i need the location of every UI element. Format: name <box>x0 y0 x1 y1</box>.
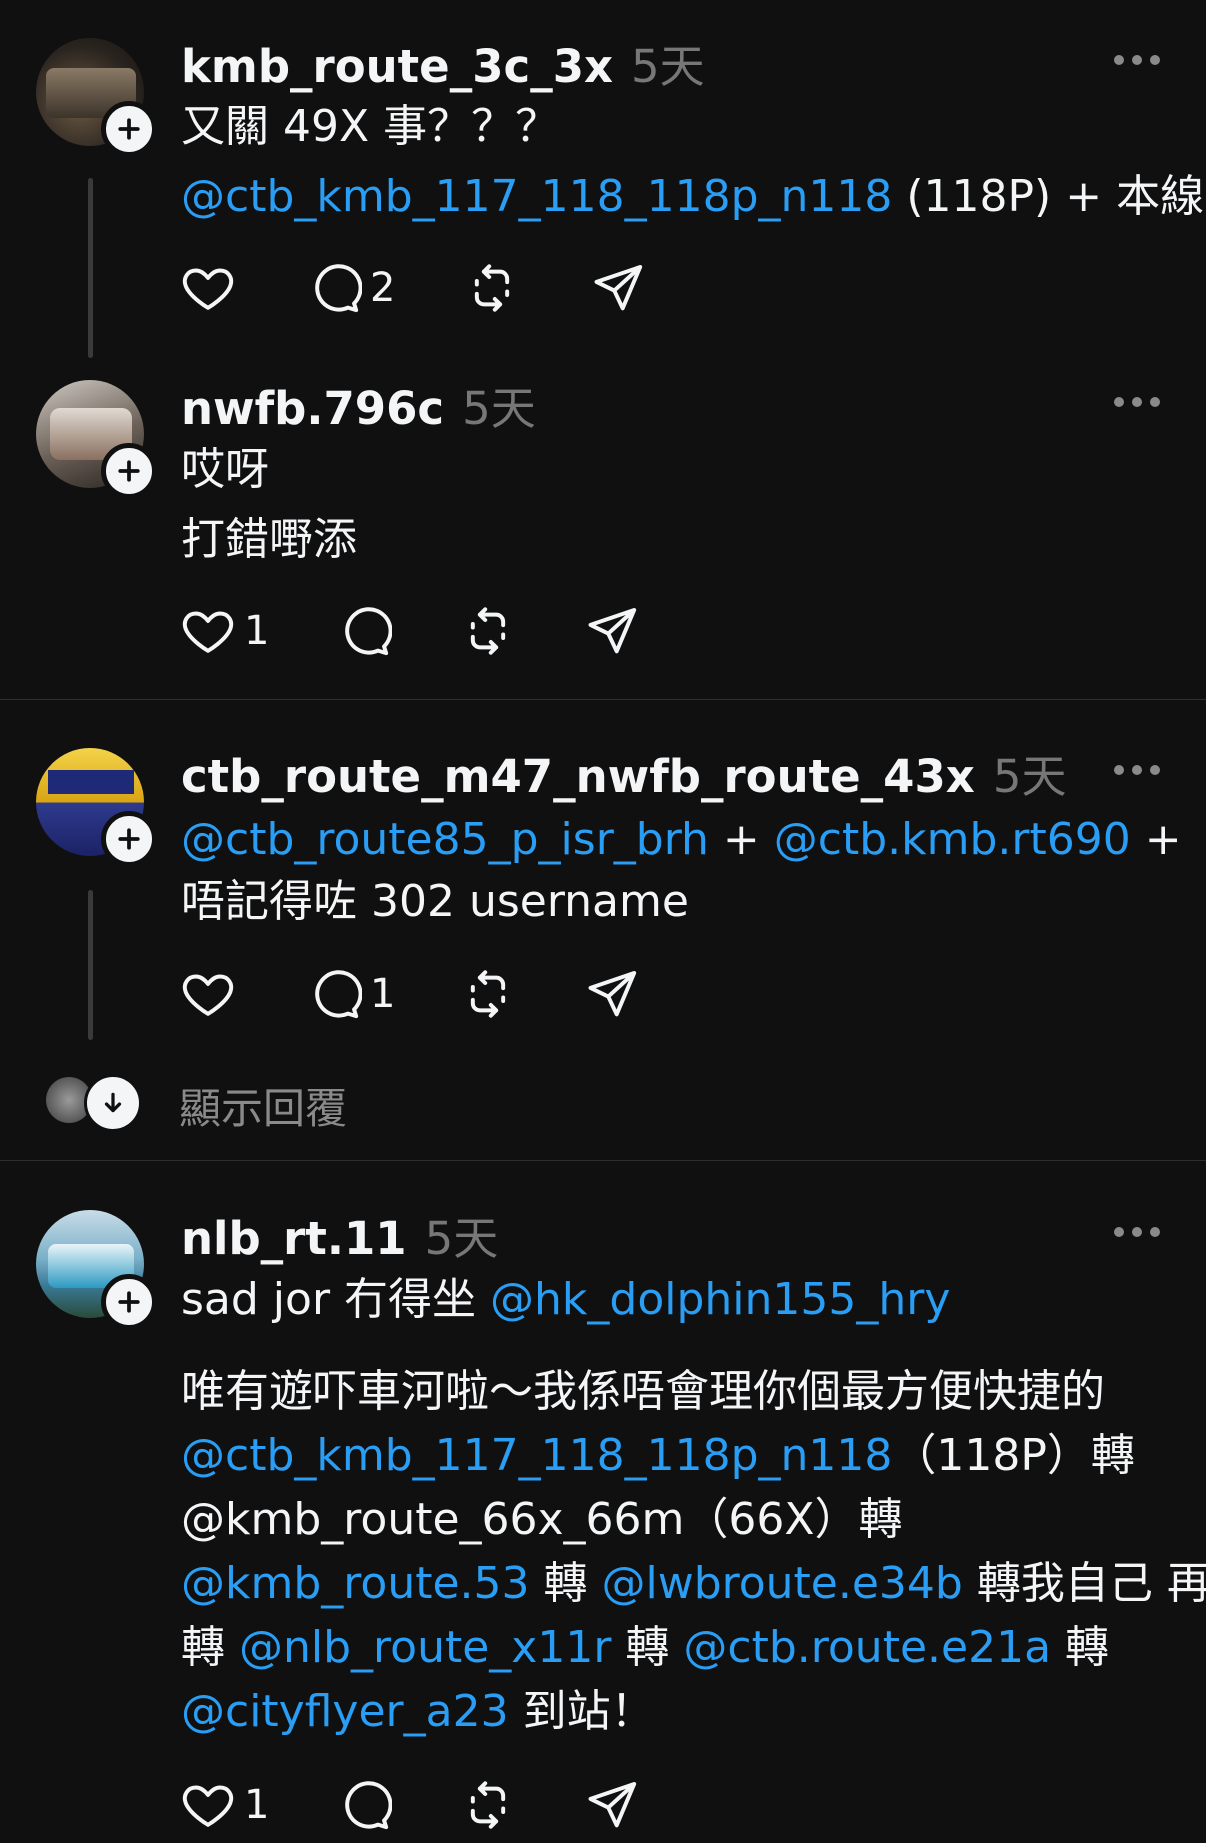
repost-button[interactable] <box>460 601 516 661</box>
follow-plus-icon[interactable] <box>101 811 157 867</box>
mention-link[interactable]: @lwbroute.e34b <box>601 1558 962 1609</box>
comment-icon <box>336 1777 392 1833</box>
mention-link[interactable]: @kmb_route.53 <box>181 1558 530 1609</box>
comment-icon <box>306 260 362 316</box>
mention-link[interactable]: @ctb_route85_p_isr_brh <box>181 814 709 865</box>
post-text-fragment: 轉 <box>1051 1622 1110 1673</box>
like-count: 1 <box>244 1782 270 1828</box>
like-button[interactable]: 1 <box>180 1775 269 1835</box>
post-text: 又關 49X 事？？？ <box>181 101 560 152</box>
mention-link[interactable]: @cityflyer_a23 <box>181 1686 509 1737</box>
heart-icon <box>180 603 236 659</box>
repost-button[interactable] <box>464 258 520 318</box>
username-text[interactable]: ctb_route_m47_nwfb_route_43x <box>181 750 975 803</box>
like-count: 1 <box>244 608 270 654</box>
post-text: 打錯嘢添 <box>181 514 357 565</box>
mention-link[interactable]: @ctb_kmb_117_118_118p_n118 <box>181 171 892 222</box>
follow-plus-icon[interactable] <box>101 1274 157 1330</box>
reply-count: 1 <box>370 971 396 1017</box>
repost-icon <box>460 966 516 1022</box>
follow-plus-icon[interactable] <box>101 101 157 157</box>
like-button[interactable]: 1 <box>180 601 269 661</box>
more-icon[interactable] <box>1114 53 1160 67</box>
post-text: sad jor 冇得坐 @hk_dolphin155_hry <box>181 1268 950 1332</box>
thread-line <box>88 178 93 358</box>
like-button[interactable] <box>180 964 244 1024</box>
post-text-fragment: 到站！ <box>508 1686 655 1737</box>
heart-icon <box>180 966 236 1022</box>
share-button[interactable] <box>584 964 640 1024</box>
comment-icon <box>336 603 392 659</box>
post-text: @cityflyer_a23 到站！ <box>181 1680 655 1744</box>
post-text: @ctb_kmb_117_118_118p_n118 (118P) + 本線 <box>181 165 1204 229</box>
more-icon[interactable] <box>1114 1225 1160 1239</box>
follow-plus-icon[interactable] <box>101 443 157 499</box>
comment-button[interactable]: 2 <box>306 258 395 318</box>
share-icon <box>590 260 646 316</box>
repost-icon <box>464 260 520 316</box>
timestamp: 5天 <box>462 382 536 435</box>
mention-link[interactable]: @ctb.kmb.rt690 <box>774 814 1131 865</box>
mention-link[interactable]: @hk_dolphin155_hry <box>490 1274 950 1325</box>
mention-link[interactable]: @nlb_route_x11r <box>239 1622 611 1673</box>
post-text-fragment: + <box>708 814 774 865</box>
post-text: @kmb_route_66x_66m（66X）轉 <box>181 1494 903 1545</box>
share-button[interactable] <box>590 258 646 318</box>
timestamp: 5天 <box>992 750 1067 803</box>
heart-icon <box>180 260 236 316</box>
username-text[interactable]: kmb_route_3c_3x <box>181 40 613 93</box>
username[interactable]: kmb_route_3c_3x 5天 <box>181 30 705 95</box>
share-icon <box>584 1777 640 1833</box>
mention-link[interactable]: @ctb.route.e21a <box>683 1622 1051 1673</box>
username-text[interactable]: nwfb.796c <box>181 382 444 435</box>
post-text-fragment: 轉 <box>529 1558 602 1609</box>
like-button[interactable] <box>180 258 244 318</box>
more-icon[interactable] <box>1114 395 1160 409</box>
post-text-fragment: (118P) + 本線 <box>892 171 1205 222</box>
comment-button[interactable]: 1 <box>306 964 395 1024</box>
post-text: @kmb_route.53 轉 @lwbroute.e34b 轉我自己 再 <box>181 1552 1206 1616</box>
share-button[interactable] <box>584 601 640 661</box>
timestamp: 5天 <box>424 1212 499 1265</box>
post-text-fragment: sad jor 冇得坐 <box>181 1274 491 1325</box>
repost-button[interactable] <box>460 1775 516 1835</box>
more-icon[interactable] <box>1114 763 1160 777</box>
post-text-fragment: + <box>1130 814 1182 865</box>
mention-link[interactable]: @ctb_kmb_117_118_118p_n118 <box>181 1430 892 1481</box>
post-text: 唔記得咗 302 username <box>181 876 689 927</box>
comment-button[interactable] <box>336 1775 400 1835</box>
username[interactable]: nlb_rt.11 5天 <box>181 1202 498 1267</box>
repost-icon <box>460 603 516 659</box>
share-icon <box>584 603 640 659</box>
thread-line <box>88 890 93 1040</box>
username[interactable]: ctb_route_m47_nwfb_route_43x 5天 <box>181 740 1066 805</box>
repost-icon <box>460 1777 516 1833</box>
reply-count: 2 <box>370 265 396 311</box>
post-text: @ctb_route85_p_isr_brh + @ctb.kmb.rt690 … <box>181 808 1182 872</box>
repost-button[interactable] <box>460 964 516 1024</box>
divider <box>0 1160 1206 1161</box>
heart-icon <box>180 1777 236 1833</box>
comment-button[interactable] <box>336 601 400 661</box>
post-text: 唯有遊吓車河啦～我係唔會理你個最方便快捷的 <box>181 1366 1105 1417</box>
show-replies-link[interactable]: 顯示回覆 <box>179 1075 347 1136</box>
arrow-down-icon[interactable] <box>84 1074 142 1132</box>
post-text-fragment: 轉 <box>181 1622 239 1673</box>
timestamp: 5天 <box>631 40 705 93</box>
username-text[interactable]: nlb_rt.11 <box>181 1212 407 1265</box>
post-text: 哎呀 <box>181 444 269 495</box>
post-text: 轉 @nlb_route_x11r 轉 @ctb.route.e21a 轉 <box>181 1616 1109 1680</box>
post-text-fragment: 轉 <box>611 1622 684 1673</box>
post-text-fragment: （118P）轉 <box>892 1430 1135 1481</box>
divider <box>0 699 1206 700</box>
share-icon <box>584 966 640 1022</box>
post-text-fragment: 轉我自己 再 <box>962 1558 1206 1609</box>
share-button[interactable] <box>584 1775 640 1835</box>
post-text: @ctb_kmb_117_118_118p_n118（118P）轉 <box>181 1424 1135 1488</box>
comment-icon <box>306 966 362 1022</box>
username[interactable]: nwfb.796c 5天 <box>181 372 536 437</box>
